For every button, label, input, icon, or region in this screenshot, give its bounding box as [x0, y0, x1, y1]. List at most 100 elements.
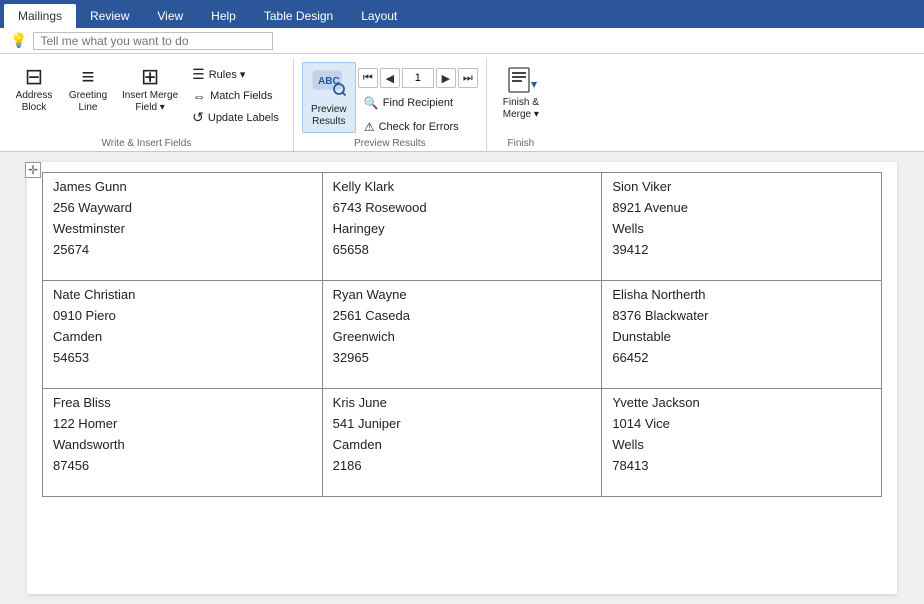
preview-results-button[interactable]: ABC PreviewResults: [302, 62, 356, 133]
page: ✛ James Gunn 256 Wayward Westminster 256…: [27, 162, 897, 594]
nav-next-button[interactable]: ▶: [436, 68, 456, 88]
nav-and-small: ⏮ ◀ ▶ ⏭ 🔍 Find Recipient ⚠ Check for Err…: [358, 62, 478, 136]
greeting-line-button[interactable]: ≡ GreetingLine: [62, 62, 114, 118]
tab-bar: Mailings Review View Help Table Design L…: [0, 0, 924, 28]
cell-name: Frea Bliss: [53, 395, 312, 410]
find-recipient-button[interactable]: 🔍 Find Recipient: [358, 94, 478, 112]
help-search-input[interactable]: [33, 32, 273, 50]
cell-city: Haringey: [333, 221, 592, 236]
address-block-icon: ⊟: [25, 66, 43, 88]
greeting-line-label: GreetingLine: [69, 90, 107, 114]
check-errors-label: Check for Errors: [379, 121, 459, 133]
lightbulb-icon: 💡: [10, 32, 27, 49]
cell-zip: 32965: [333, 350, 592, 365]
finish-merge-icon: [505, 66, 537, 97]
tab-table-design[interactable]: Table Design: [250, 4, 347, 28]
cell-city: Camden: [333, 437, 592, 452]
cell-content: Kris June 541 Juniper Camden 2186: [333, 395, 592, 490]
table-handle[interactable]: ✛: [25, 162, 41, 178]
rules-button[interactable]: ☰ Rules ▾: [186, 64, 285, 85]
small-btns-stack: ☰ Rules ▾ ⇔ Match Fields ↺ Update Labels: [186, 64, 285, 128]
rules-label: Rules ▾: [209, 68, 246, 81]
ribbon-group-finish: Finish &Merge ▾ Finish: [487, 58, 555, 151]
cell-zip: 66452: [612, 350, 871, 365]
update-labels-icon: ↺: [192, 109, 204, 126]
finish-icon-svg: [505, 66, 537, 94]
tab-review[interactable]: Review: [76, 4, 143, 28]
cell-content: Elisha Northerth 8376 Blackwater Dunstab…: [612, 287, 871, 382]
cell-content: Frea Bliss 122 Homer Wandsworth 87456: [53, 395, 312, 490]
ribbon-container: Mailings Review View Help Table Design L…: [0, 0, 924, 28]
cell-city: Wells: [612, 221, 871, 236]
cell-zip: 54653: [53, 350, 312, 365]
table-row: Nate Christian 0910 Piero Camden 54653 R…: [43, 281, 882, 389]
insert-merge-icon: ⊞: [141, 66, 159, 88]
cell-zip: 78413: [612, 458, 871, 473]
rules-icon: ☰: [192, 66, 205, 83]
cell-zip: 87456: [53, 458, 312, 473]
cell-content: James Gunn 256 Wayward Westminster 25674: [53, 179, 312, 274]
address-block-button[interactable]: ⊟ AddressBlock: [8, 62, 60, 118]
finish-group-label: Finish: [495, 136, 547, 151]
cell-city: Wells: [612, 437, 871, 452]
insert-merge-stack: ⊞ Insert MergeField ▾: [116, 62, 184, 118]
cell-city: Dunstable: [612, 329, 871, 344]
finish-merge-button[interactable]: Finish &Merge ▾: [495, 62, 547, 125]
find-recipient-icon: 🔍: [364, 96, 379, 110]
ribbon-group-preview: ABC PreviewResults ⏮ ◀ ▶ ⏭: [294, 58, 487, 151]
cell-city: Wandsworth: [53, 437, 312, 452]
cell-address: 2561 Caseda: [333, 308, 592, 323]
cell-address: 0910 Piero: [53, 308, 312, 323]
match-fields-icon: ⇔: [192, 88, 206, 104]
cell-address: 8376 Blackwater: [612, 308, 871, 323]
update-labels-label: Update Labels: [208, 112, 279, 124]
tab-help[interactable]: Help: [197, 4, 250, 28]
cell-zip: 2186: [333, 458, 592, 473]
cell-name: Sion Viker: [612, 179, 871, 194]
table-cell: Sion Viker 8921 Avenue Wells 39412: [602, 173, 882, 281]
insert-merge-field-button[interactable]: ⊞ Insert MergeField ▾: [116, 62, 184, 118]
document-area: ✛ James Gunn 256 Wayward Westminster 256…: [0, 152, 924, 604]
cell-zip: 25674: [53, 242, 312, 257]
cell-address: 1014 Vice: [612, 416, 871, 431]
tab-layout[interactable]: Layout: [347, 4, 411, 28]
table-cell: Yvette Jackson 1014 Vice Wells 78413: [602, 389, 882, 497]
table-cell: Kris June 541 Juniper Camden 2186: [322, 389, 602, 497]
find-recipient-label: Find Recipient: [383, 97, 453, 109]
greeting-line-icon: ≡: [82, 66, 95, 88]
match-fields-button[interactable]: ⇔ Match Fields: [186, 86, 285, 106]
cell-name: Kris June: [333, 395, 592, 410]
preview-results-group-label: Preview Results: [302, 136, 478, 151]
preview-results-label: PreviewResults: [311, 104, 347, 128]
greeting-line-stack: ≡ GreetingLine: [62, 62, 114, 118]
cell-address: 122 Homer: [53, 416, 312, 431]
ribbon-group-write-insert: ⊟ AddressBlock ≡ GreetingLine ⊞ Insert M…: [0, 58, 294, 151]
table-cell: Ryan Wayne 2561 Caseda Greenwich 32965: [322, 281, 602, 389]
nav-first-button[interactable]: ⏮: [358, 68, 378, 88]
match-fields-label: Match Fields: [210, 90, 272, 102]
cell-address: 8921 Avenue: [612, 200, 871, 215]
cell-city: Greenwich: [333, 329, 592, 344]
cell-content: Yvette Jackson 1014 Vice Wells 78413: [612, 395, 871, 490]
write-insert-content: ⊟ AddressBlock ≡ GreetingLine ⊞ Insert M…: [8, 58, 285, 136]
tab-mailings[interactable]: Mailings: [4, 4, 76, 28]
cell-name: Kelly Klark: [333, 179, 592, 194]
cell-city: Westminster: [53, 221, 312, 236]
preview-results-icon: ABC: [311, 67, 347, 104]
nav-page-input[interactable]: [402, 68, 434, 88]
table-cell: Elisha Northerth 8376 Blackwater Dunstab…: [602, 281, 882, 389]
update-labels-button[interactable]: ↺ Update Labels: [186, 107, 285, 128]
help-bar: 💡: [0, 28, 924, 54]
preview-group-content: ABC PreviewResults ⏮ ◀ ▶ ⏭: [302, 58, 478, 136]
table-cell: Frea Bliss 122 Homer Wandsworth 87456: [43, 389, 323, 497]
preview-icon-svg: ABC: [311, 67, 347, 97]
table-row: Frea Bliss 122 Homer Wandsworth 87456 Kr…: [43, 389, 882, 497]
nav-prev-button[interactable]: ◀: [380, 68, 400, 88]
cell-address: 541 Juniper: [333, 416, 592, 431]
finish-group-content: Finish &Merge ▾: [495, 58, 547, 136]
check-errors-button[interactable]: ⚠ Check for Errors: [358, 118, 478, 136]
tab-view[interactable]: View: [143, 4, 197, 28]
nav-last-button[interactable]: ⏭: [458, 68, 478, 88]
check-errors-icon: ⚠: [364, 120, 375, 134]
insert-merge-label: Insert MergeField ▾: [122, 90, 178, 114]
